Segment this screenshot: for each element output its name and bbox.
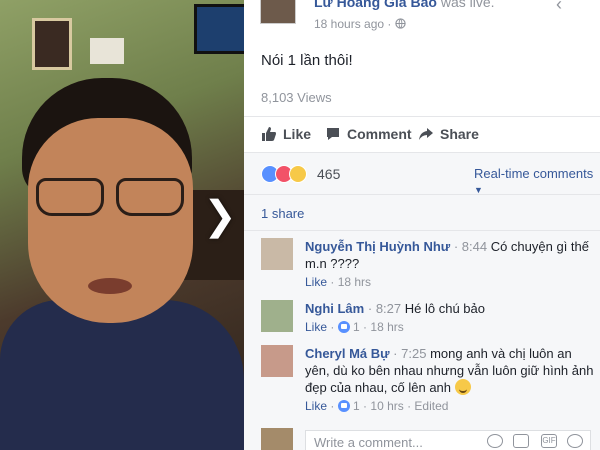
sticker-icon[interactable]: [567, 434, 583, 448]
glasses: [34, 178, 184, 216]
wall-picture: [32, 18, 72, 70]
reaction-summary[interactable]: 465: [261, 165, 340, 183]
globe-icon: [395, 18, 406, 29]
comment-meta: Like · 1 · 10 hrs · Edited: [305, 399, 449, 413]
gif-icon[interactable]: GIF: [541, 434, 557, 448]
commenter-avatar[interactable]: [261, 238, 293, 270]
post-text: Nói 1 lần thôi!: [261, 52, 353, 69]
divider: [244, 116, 600, 117]
like-icon: [337, 400, 350, 412]
emoji-icon[interactable]: [487, 434, 503, 448]
post-panel: Lư Hoàng Gia Bảo was live. ‹ 18 hours ag…: [244, 0, 600, 450]
share-count-link[interactable]: 1 share: [261, 206, 304, 221]
television: [194, 4, 244, 54]
comment-text: Hé lô chú bảo: [404, 301, 485, 316]
divider: [244, 194, 600, 195]
like-label: Like: [283, 126, 312, 142]
divider: [244, 230, 600, 231]
wall-sign: [90, 38, 124, 64]
chevron-left-icon[interactable]: ‹: [556, 0, 562, 15]
camera-icon[interactable]: [513, 434, 529, 448]
author-name[interactable]: Lư Hoàng Gia Bảo: [314, 0, 437, 10]
like-button[interactable]: Like: [261, 126, 311, 142]
comment-time: 8:44: [461, 239, 488, 254]
mouth: [88, 278, 132, 294]
post-time[interactable]: 18 hours ago: [314, 17, 384, 31]
like-icon: [337, 321, 350, 333]
comment-like-count[interactable]: 1: [353, 399, 360, 413]
comment-like-link[interactable]: Like: [305, 399, 327, 413]
action-bar: Like Comment Share: [261, 126, 591, 148]
comment-like-count[interactable]: 1: [353, 320, 360, 334]
commenter-name[interactable]: Nguyễn Thị Huỳnh Như: [305, 239, 450, 254]
view-count: 8,103 Views: [261, 90, 332, 105]
share-label: Share: [440, 126, 479, 142]
thumbs-up-icon: [262, 127, 276, 141]
sad-icon: [289, 165, 307, 183]
comment-like-link[interactable]: Like: [305, 320, 327, 334]
divider: [244, 152, 600, 153]
comment-time: 7:25: [401, 346, 427, 361]
live-video[interactable]: ❯: [0, 0, 244, 450]
post-header: Lư Hoàng Gia Bảo was live.: [314, 0, 495, 10]
realtime-comments-toggle[interactable]: Real-time comments ▼: [474, 166, 600, 196]
comment-placeholder: Write a comment...: [314, 435, 423, 450]
comment-body: Cheryl Má Bự · 7:25 mong anh và chị luôn…: [305, 346, 594, 413]
commenter-name[interactable]: Nghi Lâm: [305, 301, 364, 316]
edited-label[interactable]: Edited: [414, 399, 448, 413]
comment-age[interactable]: 18 hrs: [370, 320, 403, 334]
comment-age[interactable]: 10 hrs: [370, 399, 403, 413]
comment-body: Nguyễn Thị Huỳnh Như · 8:44 Có chuyện gì…: [305, 238, 595, 291]
reaction-count: 465: [317, 166, 341, 182]
comment-icon: [327, 128, 339, 140]
comment-button[interactable]: Comment: [325, 126, 412, 142]
smiley-emoji-icon: [454, 379, 471, 395]
share-button[interactable]: Share: [418, 126, 479, 142]
commenter-avatar[interactable]: [261, 300, 293, 332]
author-avatar[interactable]: [260, 0, 296, 24]
comment-meta: Like · 1 · 18 hrs: [305, 320, 404, 334]
comment-time: 8:27: [375, 301, 402, 316]
comment-like-link[interactable]: Like: [305, 275, 327, 289]
share-arrow-icon: [419, 128, 433, 140]
comment-body: Nghi Lâm · 8:27 Hé lô chú bảo Like · 1 ·…: [305, 300, 595, 336]
shirt: [0, 300, 244, 450]
live-status: was live.: [440, 0, 495, 10]
commenter-name[interactable]: Cheryl Má Bự: [305, 346, 390, 361]
commenter-avatar[interactable]: [261, 345, 293, 377]
realtime-label: Real-time comments: [474, 166, 594, 181]
post-time-row: 18 hours ago ·: [314, 17, 406, 31]
comment-meta: Like · 18 hrs: [305, 275, 372, 289]
chevron-right-icon[interactable]: ❯: [200, 196, 240, 236]
comment-composer: Write a comment... GIF: [261, 428, 591, 450]
comment-label: Comment: [347, 126, 412, 142]
viewer-avatar: [261, 428, 293, 450]
comment-age[interactable]: 18 hrs: [338, 275, 371, 289]
